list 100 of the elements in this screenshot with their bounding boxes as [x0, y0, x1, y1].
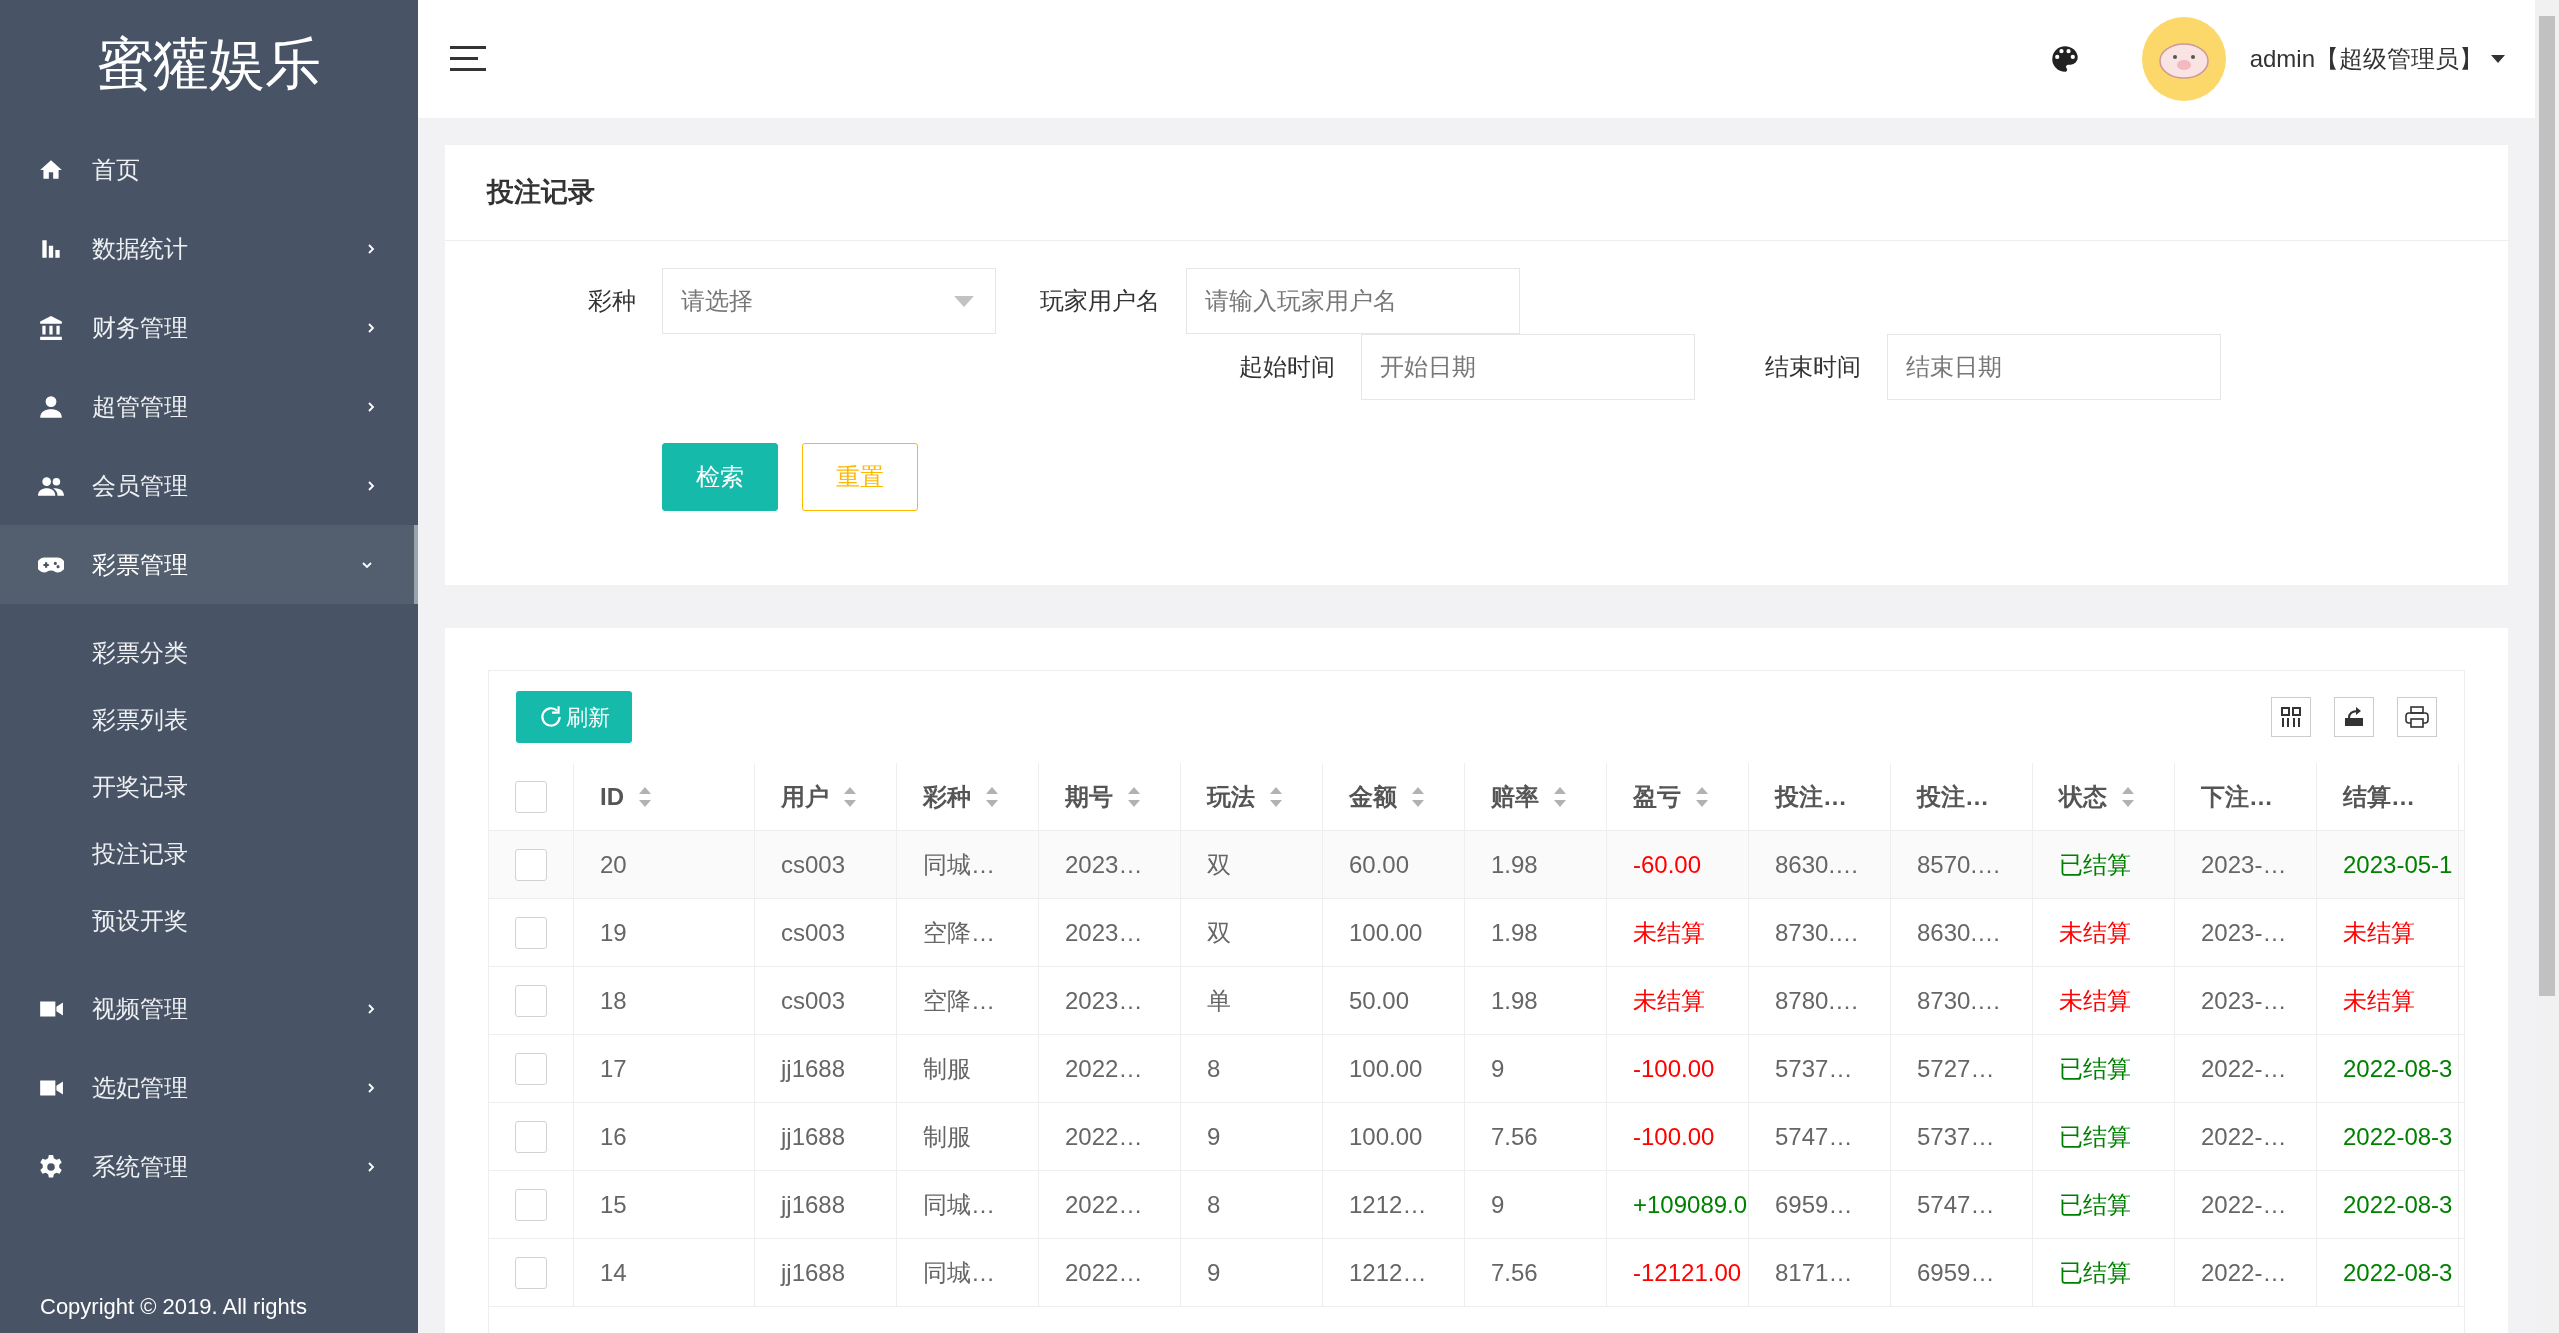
sidebar-item[interactable]: 会员管理 [0, 446, 418, 525]
sidebar-item[interactable]: 首页 [0, 130, 418, 209]
field-label: 彩种 [588, 286, 636, 316]
column-header[interactable]: 投注… [1775, 778, 1847, 815]
table-cell-text: 2023-05-1 [2343, 849, 2453, 880]
column-header[interactable]: 投注… [1917, 778, 1989, 815]
menu-icon[interactable] [450, 46, 486, 72]
table-cell-text: 双 [1207, 917, 1231, 948]
table-cell-text: 5737… [1917, 1121, 1995, 1152]
table-cell-text: 2023-… [2201, 917, 2287, 948]
table-cell-text: 同城… [923, 1189, 995, 1220]
table-cell-text: 已结算 [2059, 1121, 2131, 1152]
page-title: 投注记录 [487, 176, 595, 210]
sidebar-item[interactable]: 彩票管理 [0, 525, 418, 604]
column-header[interactable]: 金额 [1349, 778, 1397, 815]
export-button[interactable] [2334, 697, 2374, 737]
table-cell-text: 9 [1491, 1189, 1505, 1220]
sort-icon[interactable] [985, 785, 999, 808]
column-header[interactable]: 彩种 [923, 778, 971, 815]
sort-icon[interactable] [1553, 785, 1567, 808]
sidebar-subitem[interactable]: 预设开奖 [0, 887, 418, 954]
print-button[interactable] [2397, 697, 2437, 737]
sort-icon[interactable] [1127, 785, 1141, 808]
table-cell-text: 1212… [1349, 1257, 1427, 1288]
table-cell-text: 2023-… [2201, 985, 2287, 1016]
table-cell-text: 2022… [1065, 1053, 1143, 1084]
table-cell-text: cs003 [781, 917, 846, 948]
table-cell-text: 8171… [1775, 1257, 1853, 1288]
column-header[interactable]: 赔率 [1491, 778, 1539, 815]
user-menu[interactable]: admin【超级管理员】 [2249, 41, 2505, 77]
checkbox[interactable] [515, 1052, 547, 1085]
table-cell-text: 2022… [1065, 1189, 1143, 1220]
column-header[interactable]: ID [600, 778, 624, 815]
table-cell-text: 6959… [1917, 1257, 1995, 1288]
column-header[interactable]: 状态 [2059, 778, 2107, 815]
table-cell-text: 9 [1207, 1257, 1221, 1288]
sort-icon[interactable] [2121, 785, 2135, 808]
table-cell-text: 2022… [1065, 1121, 1143, 1152]
table-cell-text: 2023-… [2201, 849, 2287, 880]
sidebar-item[interactable]: 数据统计 [0, 209, 418, 288]
refresh-icon [538, 704, 564, 730]
sidebar-item[interactable]: 选妃管理 [0, 1048, 418, 1127]
table-cell-text: 15 [600, 1189, 627, 1220]
person-icon [38, 393, 64, 420]
checkbox[interactable] [515, 848, 547, 881]
field-label: 起始时间 [1239, 352, 1335, 382]
checkbox[interactable] [515, 1188, 547, 1221]
table-cell-text: 100.00 [1349, 917, 1423, 948]
scrollbar-thumb[interactable] [2539, 16, 2555, 996]
table-cell-text: 2022-08-3 [2343, 1257, 2453, 1288]
settings-icon [38, 1153, 64, 1180]
table-cell-text: 空降… [923, 917, 995, 948]
table-cell-text: -100.00 [1633, 1121, 1715, 1152]
sort-icon[interactable] [638, 785, 652, 808]
text-input[interactable]: 请输入玩家用户名 [1186, 268, 1520, 334]
column-header[interactable]: 盈亏 [1633, 778, 1681, 815]
table-cell-text: 未结算 [1633, 917, 1705, 948]
text-input[interactable]: 开始日期 [1361, 334, 1695, 400]
column-header[interactable]: 结算… [2343, 778, 2415, 815]
checkbox[interactable] [515, 780, 547, 813]
sidebar-subitem[interactable]: 投注记录 [0, 820, 418, 887]
sidebar-item[interactable]: 系统管理 [0, 1127, 418, 1206]
sort-icon[interactable] [1695, 785, 1709, 808]
column-header[interactable]: 下注… [2201, 778, 2273, 815]
columns-button[interactable] [2271, 697, 2311, 737]
checkbox[interactable] [515, 1120, 547, 1153]
table-cell-text: 同城… [923, 1257, 995, 1288]
bank-icon [38, 314, 64, 341]
sidebar-item[interactable]: 超管管理 [0, 367, 418, 446]
sidebar-subitem[interactable]: 开奖记录 [0, 753, 418, 820]
checkbox[interactable] [515, 916, 547, 949]
dropdown-field[interactable]: 请选择 [662, 268, 996, 334]
table-cell-text: 已结算 [2059, 1257, 2131, 1288]
column-header[interactable]: 玩法 [1207, 778, 1255, 815]
table-cell-text: 1.98 [1491, 917, 1538, 948]
sidebar-item[interactable]: 财务管理 [0, 288, 418, 367]
sort-icon[interactable] [1269, 785, 1283, 808]
caret-icon [2491, 55, 2505, 63]
checkbox[interactable] [515, 984, 547, 1017]
sidebar-subitem[interactable]: 彩票列表 [0, 686, 418, 753]
table-cell-text: 5727… [1917, 1053, 1995, 1084]
column-header[interactable]: 用户 [781, 778, 829, 815]
sidebar-subitem[interactable]: 彩票分类 [0, 619, 418, 686]
table-cell-text: 2023… [1065, 917, 1143, 948]
scrollbar[interactable] [2535, 0, 2559, 1333]
table-cell-text: 单 [1207, 985, 1231, 1016]
table-cell-text: 已结算 [2059, 849, 2131, 880]
checkbox[interactable] [515, 1256, 547, 1289]
table-cell-text: 20 [600, 849, 627, 880]
table-cell-text: 制服 [923, 1121, 971, 1152]
sidebar-item[interactable]: 视频管理 [0, 969, 418, 1048]
table-cell-text: jj1688 [781, 1053, 846, 1084]
text-input[interactable]: 结束日期 [1887, 334, 2221, 400]
avatar[interactable] [2141, 17, 2226, 101]
table-cell-text: 60.00 [1349, 849, 1410, 880]
table-cell-text: 8630.… [1775, 849, 1860, 880]
column-header[interactable]: 期号 [1065, 778, 1113, 815]
sort-icon[interactable] [843, 785, 857, 808]
table-cell-text: 2023… [1065, 985, 1143, 1016]
sort-icon[interactable] [1411, 785, 1425, 808]
